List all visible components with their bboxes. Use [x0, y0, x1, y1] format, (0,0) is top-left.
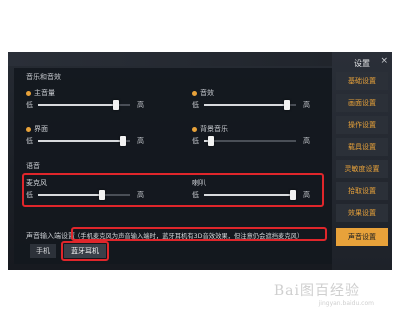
- slider-thumb[interactable]: [283, 100, 290, 110]
- slider-thumb[interactable]: [290, 190, 297, 200]
- menu-item-pickup[interactable]: 拾取设置: [336, 182, 388, 200]
- slider-low-label: 低: [192, 191, 199, 199]
- option-label: 麦克风: [26, 179, 47, 187]
- menu-item-graphics[interactable]: 画面设置: [336, 94, 388, 112]
- slider-low-label: 低: [192, 101, 199, 109]
- slider-high-label: 高: [137, 101, 144, 109]
- menu-item-basic[interactable]: 基础设置: [336, 72, 388, 90]
- audio-section-title: 音乐和音效: [26, 73, 61, 81]
- microphone-slider[interactable]: 低 高: [26, 190, 144, 200]
- sound-effects-slider[interactable]: 低 高: [192, 100, 310, 110]
- watermark-url: jingyan.baidu.com: [318, 300, 374, 307]
- slider-high-label: 高: [303, 137, 310, 145]
- phone-mic-button[interactable]: 手机: [30, 244, 56, 258]
- option-microphone: 麦克风 低 高: [26, 178, 144, 202]
- slider-thumb[interactable]: [113, 100, 120, 110]
- slider-thumb[interactable]: [208, 136, 215, 146]
- option-interface: 界面 低 高: [26, 124, 144, 148]
- option-label: 喇叭: [192, 179, 206, 187]
- menu-item-vehicle[interactable]: 载具设置: [336, 138, 388, 156]
- bullet-icon: [26, 90, 31, 96]
- option-label: 主音量: [34, 89, 55, 97]
- option-label: 背景音乐: [200, 125, 228, 133]
- slider-high-label: 高: [303, 191, 310, 199]
- slider-low-label: 低: [26, 191, 33, 199]
- slider-low-label: 低: [26, 101, 33, 109]
- input-setting-title: 声音输入端设置: [26, 232, 75, 240]
- interface-slider[interactable]: 低 高: [26, 136, 144, 146]
- option-background-music: 背景音乐 低 高: [192, 124, 310, 148]
- sound-settings-panel: 音乐和音效 主音量 低 高 音效 低 高 界面 低 高 背景音乐 低 高 语音 …: [14, 68, 336, 264]
- main-volume-slider[interactable]: 低 高: [26, 100, 144, 110]
- option-main-volume: 主音量 低 高: [26, 88, 144, 112]
- background-music-slider[interactable]: 低 高: [192, 136, 310, 146]
- slider-thumb[interactable]: [119, 136, 126, 146]
- bluetooth-headset-button[interactable]: 蓝牙耳机: [64, 244, 106, 258]
- voice-section-title: 语音: [26, 162, 40, 170]
- bullet-icon: [192, 90, 197, 96]
- watermark: Bai图百经验: [273, 283, 360, 299]
- menu-item-controls[interactable]: 操作设置: [336, 116, 388, 134]
- option-speaker: 喇叭 低 高: [192, 178, 310, 202]
- slider-low-label: 低: [192, 137, 199, 145]
- slider-high-label: 高: [137, 191, 144, 199]
- slider-thumb[interactable]: [99, 190, 106, 200]
- menu-item-sound[interactable]: 声音设置: [336, 228, 388, 246]
- settings-menu: 设置 × 基础设置 画面设置 操作设置 载具设置 灵敏度设置 拾取设置 效果设置…: [332, 52, 392, 270]
- option-label: 界面: [34, 125, 48, 133]
- menu-item-sensitivity[interactable]: 灵敏度设置: [336, 160, 388, 178]
- close-icon[interactable]: ×: [380, 56, 388, 66]
- bullet-icon: [192, 126, 197, 132]
- slider-low-label: 低: [26, 137, 33, 145]
- bullet-icon: [26, 126, 31, 132]
- input-setting-note: （手机麦克风为声音输入端时，蓝牙耳机有3D音效效果，但注意仍会遮挡麦克风）: [74, 233, 304, 240]
- menu-item-effects[interactable]: 效果设置: [336, 204, 388, 222]
- speaker-slider[interactable]: 低 高: [192, 190, 310, 200]
- slider-high-label: 高: [303, 101, 310, 109]
- option-label: 音效: [200, 89, 214, 97]
- option-sound-effects: 音效 低 高: [192, 88, 310, 112]
- slider-high-label: 高: [137, 137, 144, 145]
